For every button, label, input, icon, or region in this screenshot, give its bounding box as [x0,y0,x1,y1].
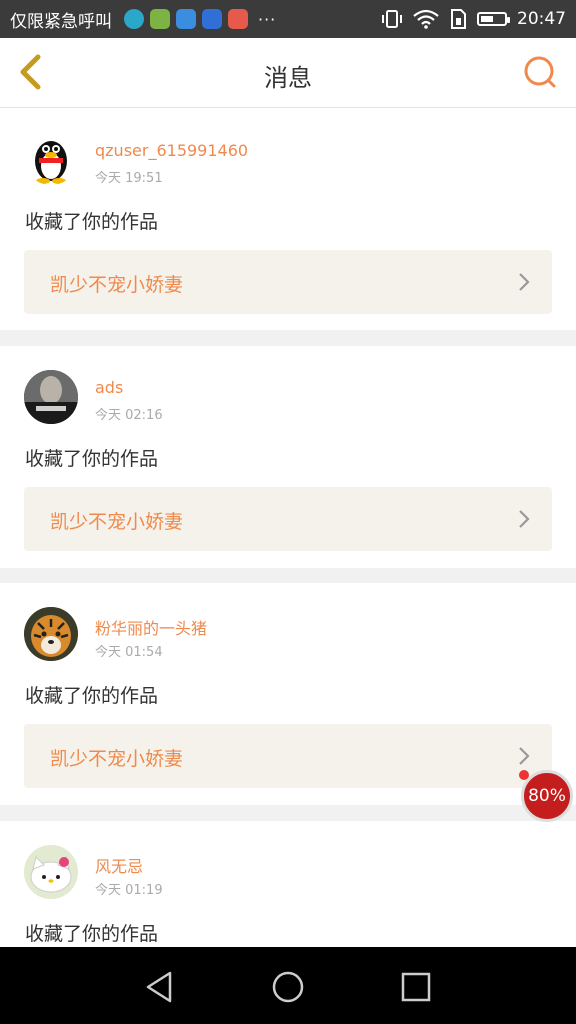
check-app-icon [202,9,222,29]
message-list: qzuser_615991460 今天 19:51 收藏了你的作品 凯少不宠小娇… [0,108,576,947]
moon-app-icon [124,9,144,29]
game-app-icon [150,9,170,29]
status-bar: 仅限紧急呼叫 ··· 20:47 [0,0,576,38]
chevron-right-icon [519,510,530,528]
status-time: 20:47 [517,9,566,29]
kitty-avatar-icon [24,845,78,899]
chevron-right-icon [519,747,530,765]
photo-avatar-icon [24,370,78,424]
more-notifications-icon: ··· [258,9,277,29]
action-text: 收藏了你的作品 [25,211,159,233]
work-link[interactable]: 凯少不宠小娇妻 [24,724,552,788]
search-button[interactable] [522,54,558,90]
action-text: 收藏了你的作品 [25,923,159,945]
battery-icon [477,12,510,26]
page-title: 消息 [264,64,312,92]
vibrate-icon [382,10,402,28]
username[interactable]: qzuser_615991460 [95,141,248,160]
username[interactable]: ads [95,378,123,397]
tiger-avatar-icon [24,607,78,661]
timestamp: 今天 19:51 [95,171,163,186]
timestamp: 今天 01:54 [95,645,163,660]
action-text: 收藏了你的作品 [25,448,159,470]
navigation-bar [0,947,576,1024]
floating-widget[interactable]: 80% [519,770,575,826]
message-card: ads 今天 02:16 收藏了你的作品 凯少不宠小娇妻 [0,346,576,568]
message-card: qzuser_615991460 今天 19:51 收藏了你的作品 凯少不宠小娇… [0,108,576,330]
avatar[interactable] [24,131,78,185]
avatar[interactable] [24,370,78,424]
chevron-right-icon [519,273,530,291]
message-card: 粉华丽的一头猪 今天 01:54 收藏了你的作品 凯少不宠小娇妻 [0,583,576,805]
work-title: 凯少不宠小娇妻 [50,511,184,533]
top-header: 消息 [0,38,576,108]
mail-app-icon [228,9,248,29]
action-text: 收藏了你的作品 [25,685,159,707]
search-icon [524,56,556,88]
penguin-avatar-icon [35,141,67,184]
memory-usage-badge[interactable]: 80% [521,770,573,822]
work-title: 凯少不宠小娇妻 [50,748,184,770]
avatar[interactable] [24,607,78,661]
shield-app-icon [176,9,196,29]
work-title: 凯少不宠小娇妻 [50,274,184,296]
message-card: 风无忌 今天 01:19 收藏了你的作品 [0,821,576,947]
username[interactable]: 风无忌 [95,853,143,877]
work-link[interactable]: 凯少不宠小娇妻 [24,487,552,551]
avatar[interactable] [24,845,78,899]
back-triangle-icon[interactable] [140,967,180,1007]
wifi-icon [413,9,439,29]
battery-level-fill [481,16,494,22]
timestamp: 今天 01:19 [95,883,163,898]
work-link[interactable]: 凯少不宠小娇妻 [24,250,552,314]
notification-dot [519,770,529,780]
username[interactable]: 粉华丽的一头猪 [95,615,207,639]
timestamp: 今天 02:16 [95,408,163,423]
recents-square-icon[interactable] [396,967,436,1007]
home-circle-icon[interactable] [268,967,308,1007]
carrier-text: 仅限紧急呼叫 [10,11,112,32]
sim-icon [451,9,466,29]
